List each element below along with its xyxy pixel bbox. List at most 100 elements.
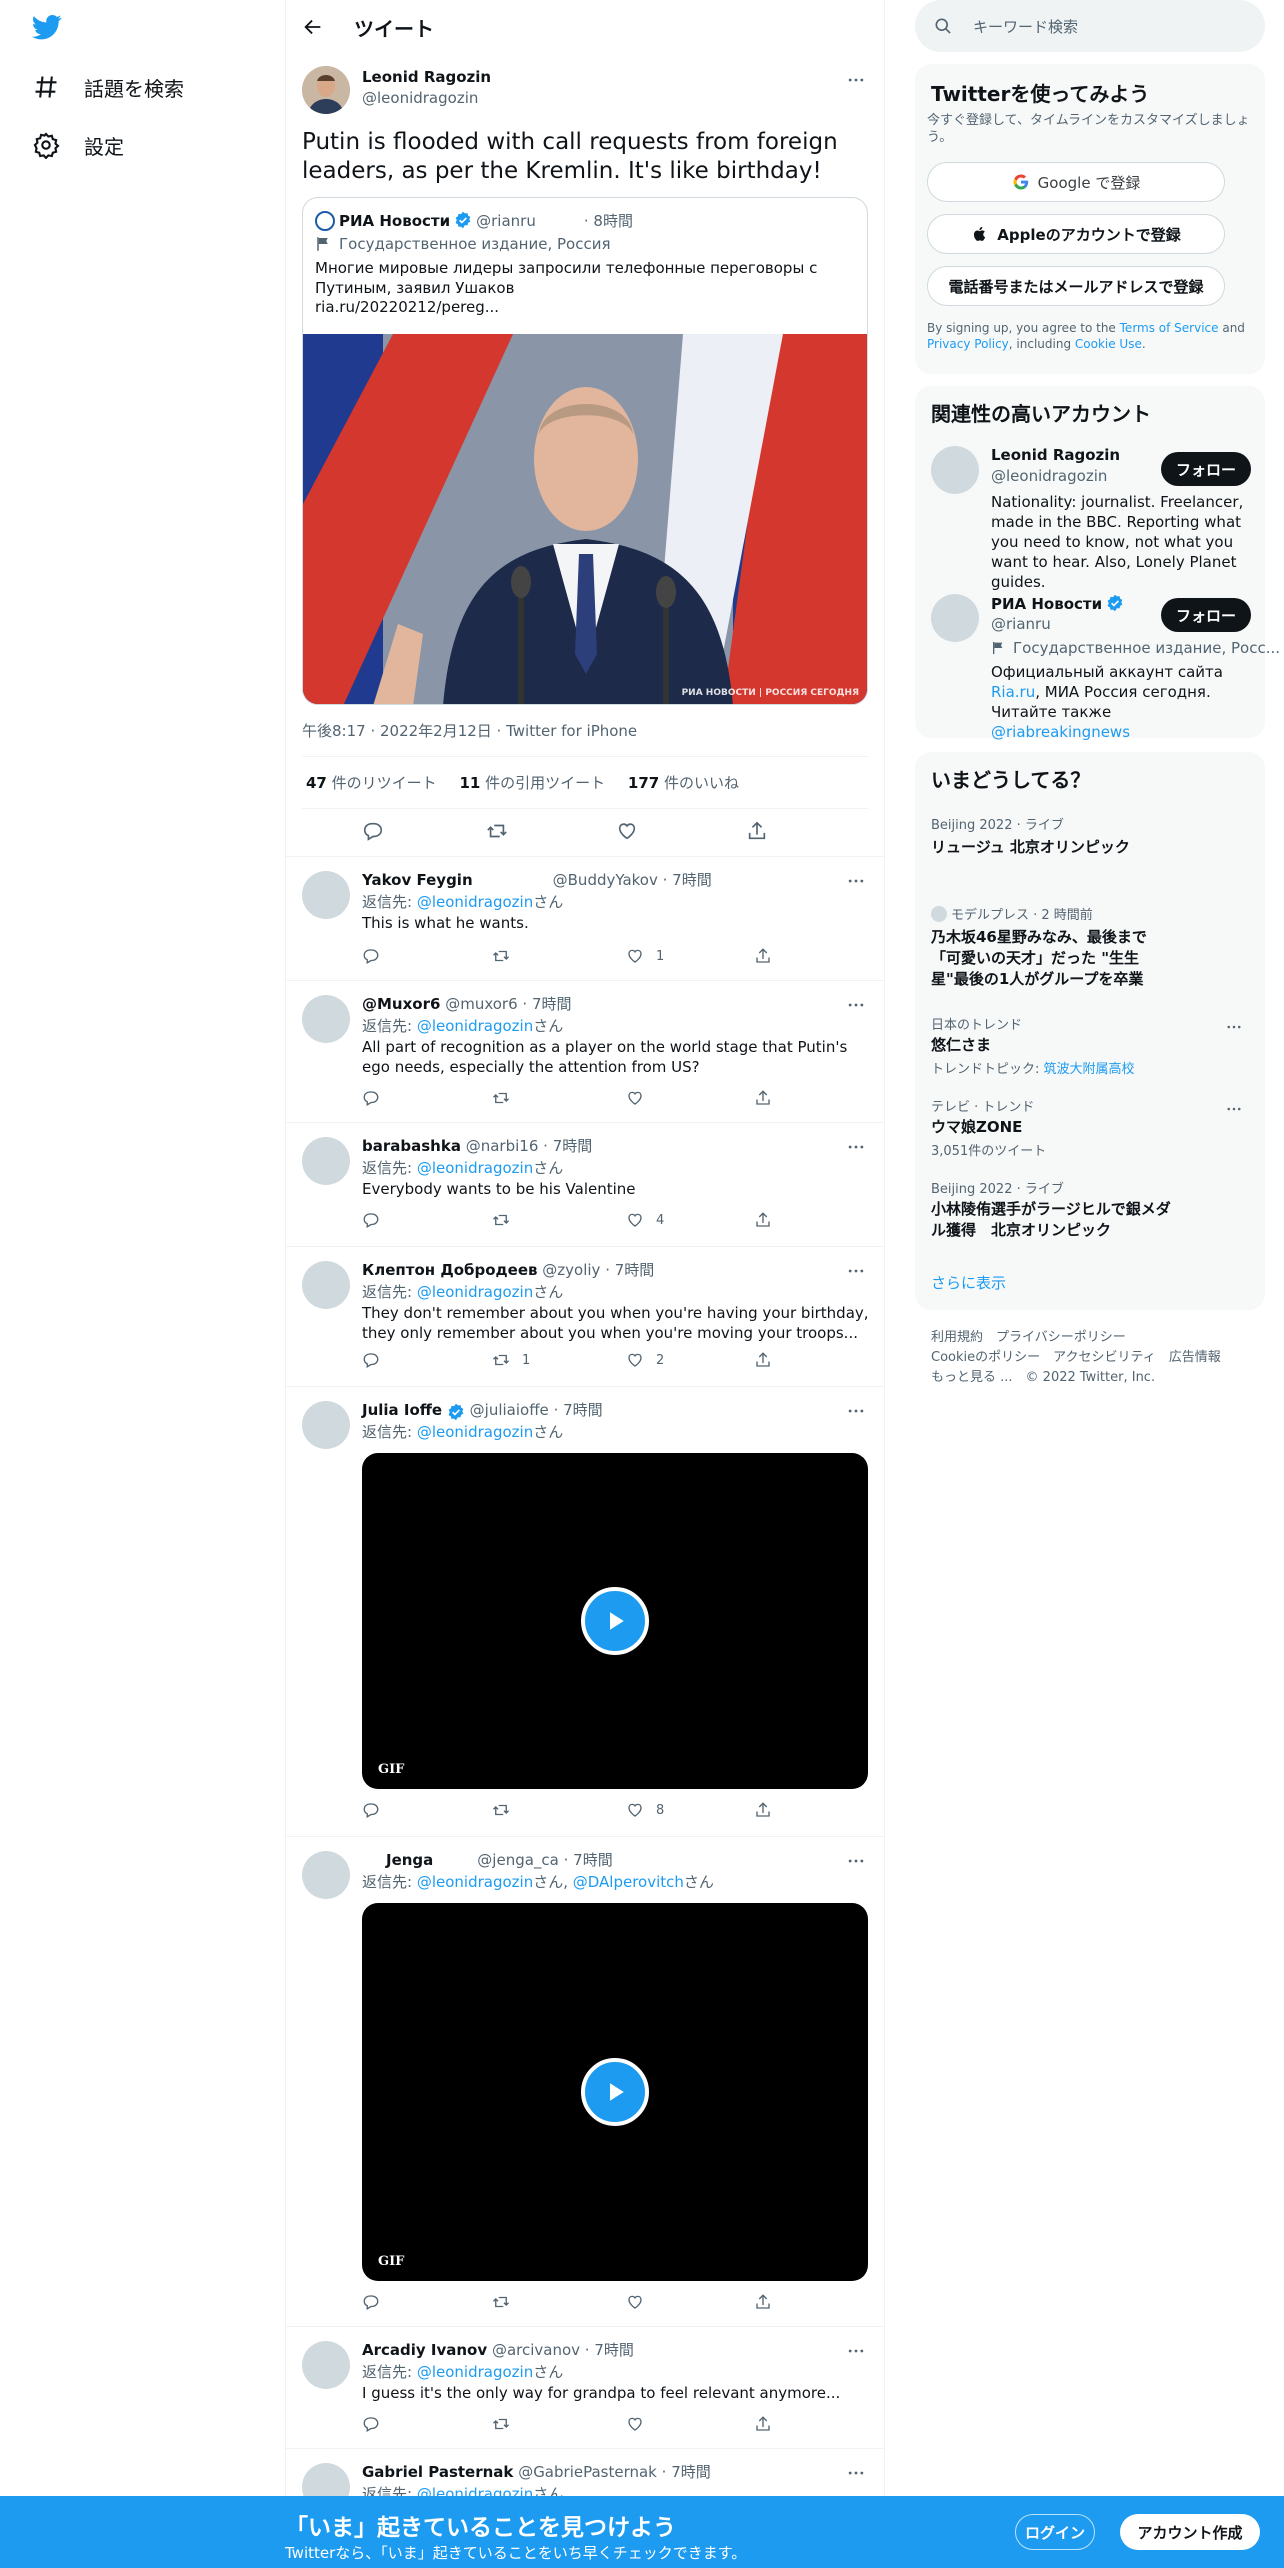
reply-name[interactable]: Клептон Добродеев [362, 1261, 538, 1279]
reply-icon[interactable] [362, 1211, 380, 1229]
tweet-timestamp[interactable]: 午後8:17 · 2022年2月12日 · Twitter for iPhone [302, 720, 637, 741]
apple-signup-button[interactable]: Appleのアカウントで登録 [927, 214, 1225, 254]
share-icon[interactable] [754, 2415, 772, 2433]
reply-tweet[interactable]: Arcadiy Ivanov @arcivanov · 7時間 返信先: @le… [286, 2326, 884, 2448]
phone-email-signup-button[interactable]: 電話番号またはメールアドレスで登録 [927, 266, 1225, 306]
avatar[interactable] [302, 2341, 350, 2389]
account-handle[interactable]: @leonidragozin [991, 467, 1107, 485]
reply-handle[interactable]: @narbi16 [466, 1137, 539, 1155]
trend-topic-link[interactable]: 筑波大附属高校 [1044, 1062, 1135, 1077]
more-options-icon[interactable] [846, 1261, 866, 1281]
retweet-button[interactable] [492, 1211, 522, 1229]
retweet-button[interactable]: 1 [492, 1351, 530, 1369]
cookie-link[interactable]: Cookie Use [1075, 337, 1142, 351]
reply-name[interactable]: Jenga [386, 1851, 433, 1869]
author-avatar[interactable] [302, 66, 350, 114]
nav-settings[interactable]: 設定 [32, 125, 124, 165]
avatar[interactable] [302, 1137, 350, 1185]
quote-link[interactable]: ria.ru/20220212/pereg... [315, 298, 499, 316]
like-button[interactable] [626, 1089, 656, 1107]
play-button-icon[interactable] [581, 1587, 649, 1655]
reply-time[interactable]: · 7時間 [605, 1261, 654, 1279]
follow-button[interactable]: フォロー [1161, 598, 1251, 632]
share-icon[interactable] [754, 947, 772, 965]
gif-player[interactable]: GIF [362, 1453, 868, 1789]
reply-time[interactable]: · 7時間 [662, 2463, 711, 2481]
like-button[interactable]: 8 [626, 1801, 664, 1819]
like-button[interactable] [626, 2415, 656, 2433]
retweet-button[interactable] [492, 2415, 522, 2433]
reply-tweet[interactable]: barabashka @narbi16 · 7時間 返信先: @leonidra… [286, 1122, 884, 1246]
retweets-stat[interactable]: 47 件のリツイート [306, 774, 437, 792]
more-options-icon[interactable] [1225, 1018, 1243, 1036]
reply-time[interactable]: · 7時間 [522, 995, 571, 1013]
twitter-logo-icon[interactable] [30, 12, 70, 42]
author-name[interactable]: Leonid Ragozin [362, 68, 491, 86]
reply-time[interactable]: · 7時間 [543, 1137, 592, 1155]
reply-time[interactable]: · 7時間 [564, 1851, 613, 1869]
follow-button[interactable]: フォロー [1161, 452, 1251, 486]
reply-name[interactable]: Yakov Feygin [362, 871, 473, 889]
footer-link[interactable]: アクセシビリティ [1053, 1350, 1156, 1365]
reply-mention[interactable]: @DAlperovitch [573, 1873, 684, 1891]
reply-handle[interactable]: @juliaioffe [470, 1401, 549, 1419]
privacy-link[interactable]: Privacy Policy [927, 337, 1009, 351]
share-icon[interactable] [754, 1801, 772, 1819]
reply-icon[interactable] [362, 1351, 380, 1369]
retweet-button[interactable] [492, 2293, 522, 2311]
retweet-button[interactable] [492, 1801, 522, 1819]
reply-tweet[interactable]: Julia Ioffe @juliaioffe · 7時間 返信先: @leon… [286, 1386, 884, 1836]
like-icon[interactable] [616, 820, 638, 842]
reply-name[interactable]: Arcadiy Ivanov [362, 2341, 487, 2359]
gif-player[interactable]: GIF [362, 1903, 868, 2281]
likes-stat[interactable]: 177 件のいいね [628, 774, 739, 792]
share-icon[interactable] [754, 1211, 772, 1229]
reply-icon[interactable] [362, 1801, 380, 1819]
more-options-icon[interactable] [846, 1401, 866, 1421]
bio-link[interactable]: Ria.ru [991, 683, 1035, 701]
retweet-icon[interactable] [486, 820, 508, 842]
footer-link[interactable]: 広告情報 [1169, 1350, 1221, 1365]
share-icon[interactable] [754, 1351, 772, 1369]
reply-tweet[interactable]: Yakov Feygin @BuddyYakov · 7時間 返信先: @leon… [286, 856, 884, 980]
show-more-link[interactable]: さらに表示 [931, 1272, 1006, 1293]
more-options-icon[interactable] [1225, 1100, 1243, 1118]
account-name-row[interactable]: РИА Новости [991, 594, 1124, 613]
share-icon[interactable] [746, 820, 768, 842]
reply-mention[interactable]: @leonidragozin [417, 2363, 533, 2381]
avatar[interactable] [302, 1261, 350, 1309]
like-button[interactable]: 1 [626, 947, 664, 965]
more-options-icon[interactable] [846, 2341, 866, 2361]
more-options-icon[interactable] [846, 70, 866, 90]
reply-name[interactable]: barabashka [362, 1137, 461, 1155]
author-handle[interactable]: @leonidragozin [362, 89, 478, 107]
quote-tweet-card[interactable]: РИА Новости @rianru · 8時間 Государственно… [302, 197, 868, 705]
avatar[interactable] [302, 871, 350, 919]
reply-handle[interactable]: @arcivanov [492, 2341, 580, 2359]
footer-link[interactable]: 利用規約 [931, 1330, 983, 1345]
reply-time[interactable]: · 7時間 [585, 2341, 634, 2359]
account-name[interactable]: Leonid Ragozin [991, 446, 1120, 464]
avatar[interactable] [931, 594, 979, 642]
reply-handle[interactable]: @muxor6 [445, 995, 517, 1013]
like-button[interactable]: 2 [626, 1351, 664, 1369]
reply-icon[interactable] [362, 947, 380, 965]
search-box[interactable]: キーワード検索 [915, 0, 1265, 52]
quotes-stat[interactable]: 11 件の引用ツイート [459, 774, 605, 792]
login-button[interactable]: ログイン [1015, 2514, 1095, 2550]
reply-mention[interactable]: @leonidragozin [417, 1017, 533, 1035]
reply-icon[interactable] [362, 2293, 380, 2311]
more-options-icon[interactable] [846, 2463, 866, 2483]
reply-mention[interactable]: @leonidragozin [417, 1423, 533, 1441]
reply-handle[interactable]: @BuddyYakov [553, 871, 658, 889]
bio-mention[interactable]: @riabreakingnews [991, 723, 1130, 741]
avatar[interactable] [931, 446, 979, 494]
reply-icon[interactable] [362, 1089, 380, 1107]
trend-item[interactable]: Beijing 2022 · ライブ リュージュ 北京オリンピック [931, 814, 1251, 858]
retweet-button[interactable] [492, 1089, 522, 1107]
footer-link[interactable]: Cookieのポリシー [931, 1350, 1040, 1365]
reply-icon[interactable] [362, 2415, 380, 2433]
signup-button[interactable]: アカウント作成 [1120, 2514, 1260, 2550]
more-options-icon[interactable] [846, 1137, 866, 1157]
share-icon[interactable] [754, 1089, 772, 1107]
